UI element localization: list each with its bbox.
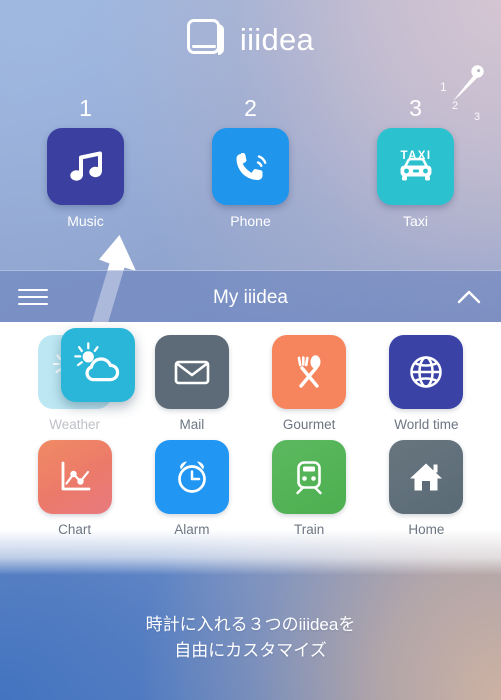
app-logo-text: iiidea: [239, 21, 315, 57]
clock-mark-1: 1: [440, 80, 447, 94]
line-chart-icon: [61, 461, 91, 490]
dragged-weather-tile[interactable]: [61, 328, 135, 402]
alarm-clock-icon: [178, 460, 206, 493]
app-cell-alarm[interactable]: Alarm: [133, 439, 250, 537]
envelope-icon: [174, 360, 210, 385]
app-cell-world-time[interactable]: World time: [368, 335, 485, 432]
caption-line-2: 自由にカスタマイズ: [174, 641, 327, 661]
app-label: Home: [408, 521, 445, 537]
app-cell-chart[interactable]: Chart: [16, 439, 133, 537]
app-header: iiidea: [0, 14, 501, 64]
train-icon: [296, 460, 322, 494]
world-time-app-tile[interactable]: [389, 335, 464, 409]
gourmet-app-tile[interactable]: [272, 335, 347, 409]
app-cell-mail[interactable]: Mail: [133, 335, 250, 432]
slot-label: Taxi: [403, 213, 428, 229]
mail-app-tile[interactable]: [154, 335, 229, 409]
app-cell-train[interactable]: Train: [251, 439, 368, 537]
taxi-car-icon: TAXI: [400, 150, 431, 180]
caption-text: 時計に入れる３つのiiideaを 自由にカスタマイズ: [0, 612, 501, 665]
taxi-app-tile[interactable]: TAXI: [377, 128, 454, 205]
chevron-up-icon[interactable]: [455, 286, 483, 308]
slot-number: 2: [244, 95, 257, 121]
clock-slot-2[interactable]: 2 Phone: [188, 97, 313, 247]
app-cell-gourmet[interactable]: Gourmet: [251, 335, 368, 432]
app-cell-home[interactable]: Home: [368, 439, 485, 537]
fork-spoon-icon: [297, 355, 321, 388]
chart-app-tile[interactable]: [37, 439, 112, 514]
app-label: Mail: [179, 417, 205, 432]
music-note-icon: [69, 151, 102, 181]
phone-call-icon: [236, 152, 266, 180]
globe-icon: [410, 356, 443, 388]
bar-title: My iiidea: [213, 286, 288, 308]
app-label: Train: [293, 521, 325, 537]
slot-label: Phone: [230, 213, 271, 229]
phone-app-tile[interactable]: [212, 128, 289, 205]
house-icon: [410, 463, 443, 490]
app-label: Chart: [58, 521, 92, 537]
music-app-tile[interactable]: [47, 128, 124, 205]
app-label: Gourmet: [282, 417, 336, 432]
train-app-tile[interactable]: [272, 439, 347, 514]
home-app-tile[interactable]: [389, 439, 464, 514]
slot-number: 3: [409, 95, 422, 121]
slot-number: 1: [79, 95, 92, 121]
alarm-app-tile[interactable]: [154, 439, 229, 514]
book-icon: [186, 19, 227, 59]
clock-slot-1[interactable]: 1 Music: [23, 97, 148, 247]
app-label: World time: [394, 417, 459, 432]
clock-slot-3[interactable]: 3 TAXI Taxi: [353, 97, 478, 247]
caption-line-1: 時計に入れる３つのiiideaを: [145, 615, 356, 634]
my-iiidea-bar: My iiidea: [0, 270, 501, 323]
slot-label: Music: [67, 213, 104, 229]
app-screen: iiidea 1 2 3 1 Music 2 Phone 3 TAXI Taxi…: [0, 0, 501, 700]
sun-cloud-icon: [74, 342, 120, 382]
clock-slots-row: 1 Music 2 Phone 3 TAXI Taxi: [0, 97, 501, 247]
app-label: Weather: [49, 417, 101, 432]
app-label: Alarm: [174, 521, 210, 537]
